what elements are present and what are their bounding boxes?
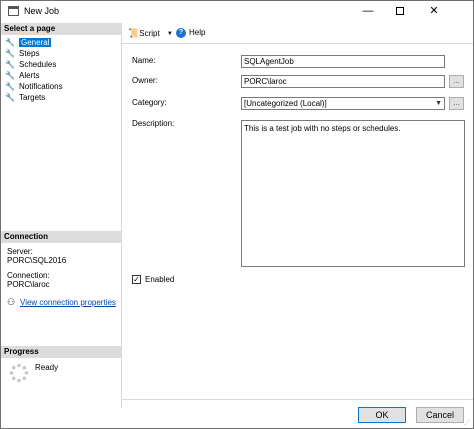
server-value: PORC\SQL2016 — [7, 256, 67, 265]
description-label: Description: — [132, 119, 175, 128]
maximize-button[interactable] — [385, 1, 415, 21]
category-value: [Uncategorized (Local)] — [244, 99, 327, 108]
close-button[interactable]: ✕ — [419, 1, 449, 21]
chevron-down-icon: ▼ — [435, 100, 442, 107]
help-button[interactable]: ? Help — [176, 27, 205, 39]
wrench-icon: 🔧 — [5, 49, 15, 58]
connection-value: PORC\laroc — [7, 280, 50, 289]
toolbar: 📜 Script ▼ ? Help — [122, 23, 473, 44]
category-select[interactable]: [Uncategorized (Local)] ▼ — [241, 97, 445, 110]
resize-grip-icon[interactable]: ⋰ — [464, 419, 470, 426]
owner-input[interactable]: PORC\laroc — [241, 75, 445, 88]
nav-item-alerts[interactable]: 🔧 Alerts — [5, 70, 63, 81]
script-icon: 📜 — [128, 28, 140, 38]
wrench-icon: 🔧 — [5, 38, 15, 47]
server-label: Server: — [7, 247, 33, 256]
enabled-checkbox[interactable]: ✓ — [132, 275, 141, 285]
category-label: Category: — [132, 98, 167, 107]
page-list: 🔧 General 🔧 Steps 🔧 Schedules 🔧 Alerts 🔧… — [5, 37, 63, 103]
wrench-icon: 🔧 — [5, 82, 15, 91]
nav-item-label: Schedules — [19, 60, 57, 69]
left-pane: Select a page 🔧 General 🔧 Steps 🔧 Schedu… — [1, 23, 122, 408]
name-input[interactable]: SQLAgentJob — [241, 55, 445, 68]
window-icon — [8, 6, 19, 16]
footer-divider — [122, 399, 473, 400]
view-connection-properties-link[interactable]: View connection properties — [20, 298, 116, 307]
name-label: Name: — [132, 56, 156, 65]
category-browse-button[interactable]: ... — [449, 97, 464, 110]
select-page-header: Select a page — [1, 23, 121, 35]
progress-status: Ready — [35, 363, 59, 372]
description-textarea[interactable]: This is a test job with no steps or sche… — [241, 120, 465, 267]
ok-button[interactable]: OK — [358, 407, 406, 423]
plug-icon: ⚇ — [7, 297, 16, 307]
connection-label: Connection: — [7, 271, 50, 280]
job-dialog-window: New Job — ✕ Select a page 🔧 General 🔧 St… — [0, 0, 474, 429]
cancel-button[interactable]: Cancel — [416, 407, 464, 423]
title-bar: New Job — ✕ — [1, 1, 473, 23]
connection-info: Server: PORC\SQL2016 Connection: PORC\la… — [7, 247, 66, 289]
nav-item-label: General — [19, 38, 52, 47]
help-label: Help — [189, 28, 206, 37]
spinner-icon — [9, 363, 29, 383]
script-label: Script — [139, 29, 160, 38]
nav-item-targets[interactable]: 🔧 Targets — [5, 92, 63, 103]
window-title: New Job — [24, 6, 60, 16]
view-connection-properties[interactable]: ⚇ View connection properties — [7, 297, 116, 308]
nav-item-schedules[interactable]: 🔧 Schedules — [5, 59, 63, 70]
nav-item-steps[interactable]: 🔧 Steps — [5, 48, 63, 59]
dropdown-arrow-icon[interactable]: ▼ — [167, 28, 173, 40]
nav-item-label: Notifications — [19, 82, 63, 91]
wrench-icon: 🔧 — [5, 93, 15, 102]
progress-header: Progress — [1, 346, 121, 358]
maximize-icon — [396, 7, 404, 16]
nav-item-label: Targets — [19, 93, 46, 102]
wrench-icon: 🔧 — [5, 60, 15, 69]
enabled-checkbox-row[interactable]: ✓ Enabled — [132, 274, 174, 285]
wrench-icon: 🔧 — [5, 71, 15, 80]
help-icon: ? — [176, 27, 186, 38]
enabled-label: Enabled — [145, 275, 175, 284]
nav-item-label: Alerts — [19, 71, 40, 80]
minimize-button[interactable]: — — [353, 1, 383, 21]
nav-item-general[interactable]: 🔧 General — [5, 37, 63, 48]
script-button[interactable]: 📜 Script ▼ — [128, 27, 173, 39]
nav-item-label: Steps — [19, 49, 40, 58]
connection-header: Connection — [1, 231, 121, 243]
nav-item-notifications[interactable]: 🔧 Notifications — [5, 81, 63, 92]
owner-label: Owner: — [132, 76, 158, 85]
owner-browse-button[interactable]: ... — [449, 75, 464, 88]
